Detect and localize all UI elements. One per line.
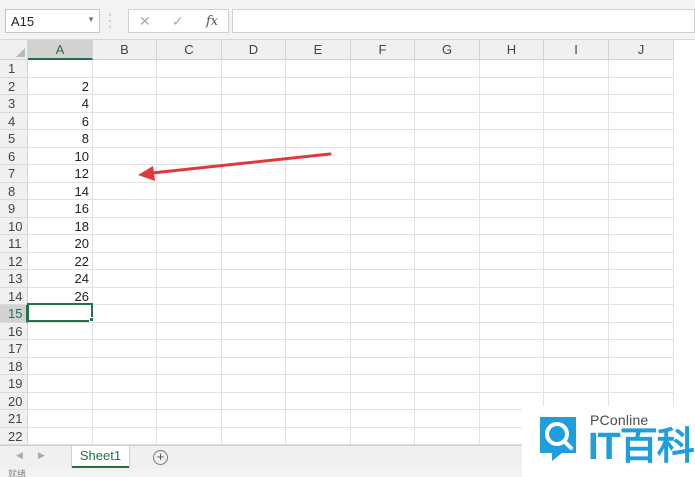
add-sheet-button[interactable]: +	[153, 450, 168, 465]
watermark-big-text: IT百科	[588, 426, 695, 468]
scroll-left-icon[interactable]: ◀	[16, 450, 23, 461]
status-text: 就绪	[8, 469, 27, 477]
pconline-logo-icon	[540, 417, 576, 461]
watermark-logo: PConline IT百科	[522, 406, 695, 477]
arrow-head	[138, 166, 155, 181]
scroll-right-icon[interactable]: ▶	[38, 450, 45, 461]
sheet-tab-sheet1[interactable]: Sheet1	[72, 446, 129, 468]
arrow-shaft	[150, 152, 332, 175]
